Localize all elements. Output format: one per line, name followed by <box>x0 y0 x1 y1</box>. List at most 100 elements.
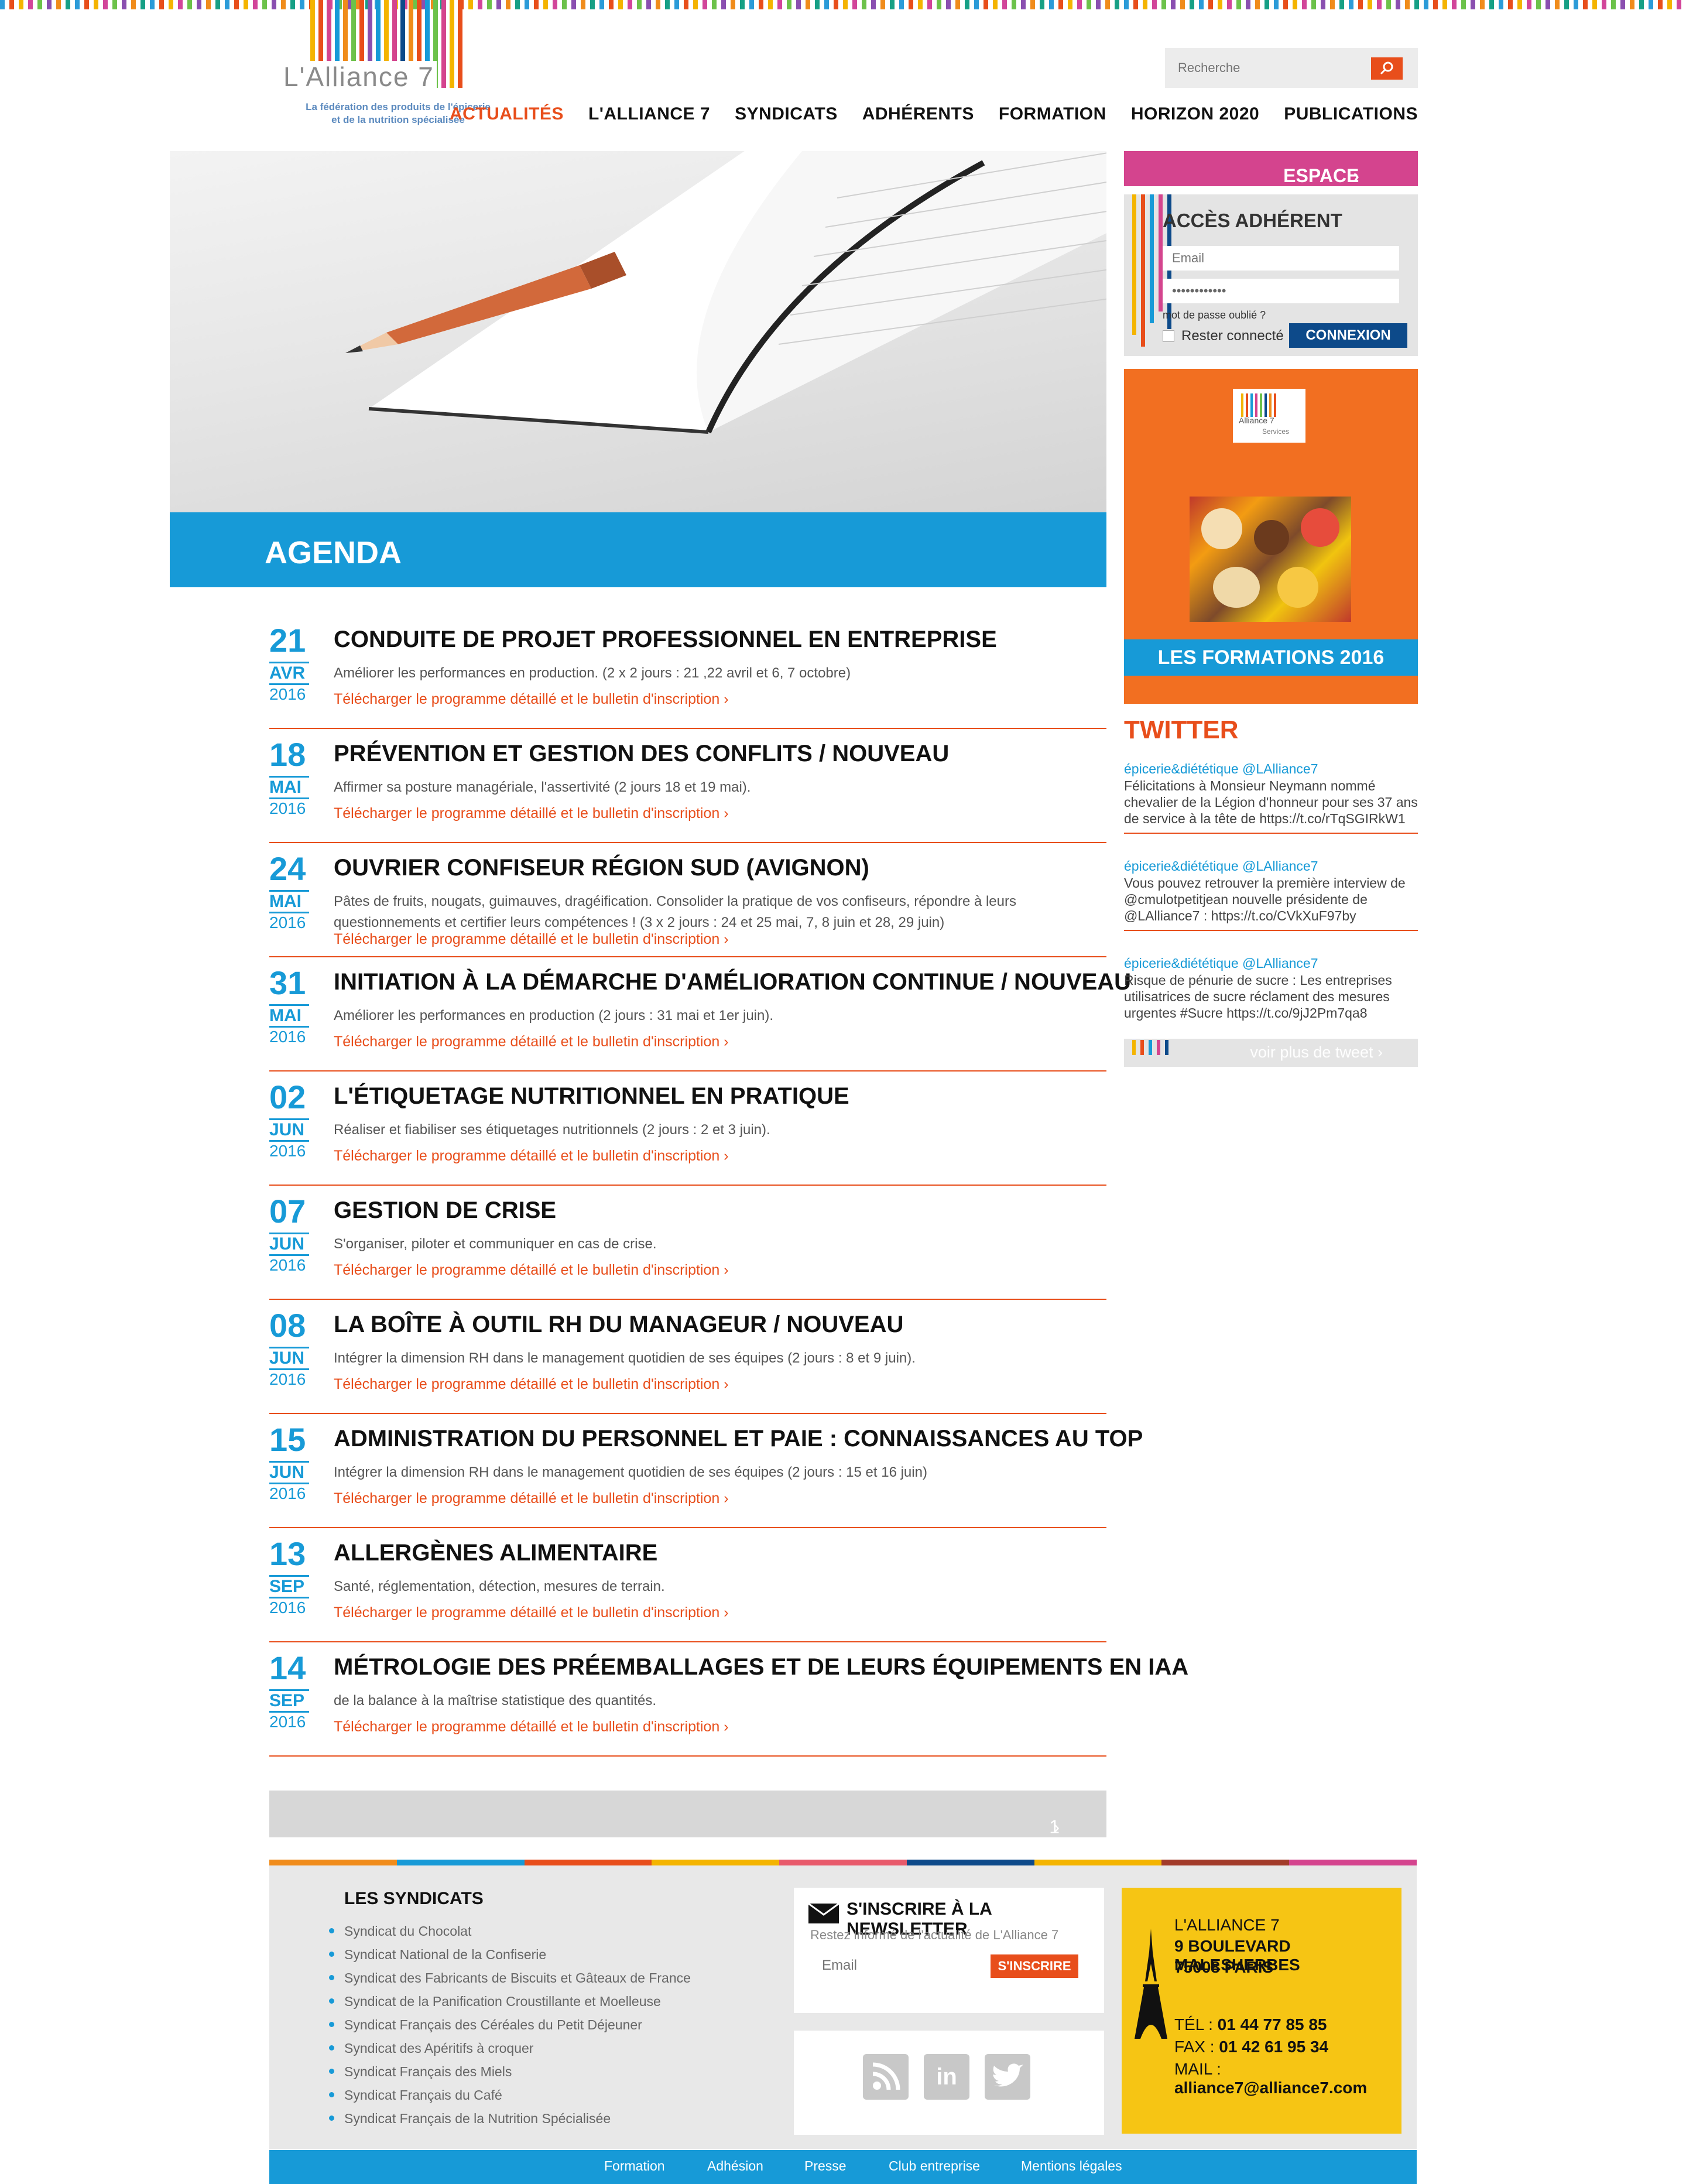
tweet-item[interactable]: épicerie&diététique @LAlliance7 Félicita… <box>1124 760 1418 834</box>
event-title[interactable]: INITIATION À LA DÉMARCHE D'AMÉLIORATION … <box>334 969 1131 995</box>
press-space-button[interactable]: ESPACE PRESSE › <box>1124 151 1418 208</box>
event-month: JUN <box>269 1347 309 1370</box>
twitter-title: TWITTER <box>1124 716 1239 744</box>
tel-value[interactable]: 01 44 77 85 85 <box>1218 2015 1327 2034</box>
footer-link-bar: Formation Adhésion Presse Club entrepris… <box>269 2150 1417 2184</box>
linkedin-icon[interactable]: in <box>924 2054 969 2100</box>
event-title[interactable]: L'ÉTIQUETAGE NUTRITIONNEL EN PRATIQUE <box>334 1083 849 1110</box>
formations-promo[interactable]: Alliance 7 Services LES FORMATIONS 2016 <box>1124 369 1418 704</box>
nav-publications[interactable]: PUBLICATIONS <box>1284 104 1418 124</box>
nav-adherents[interactable]: ADHÉRENTS <box>862 104 974 124</box>
tweet-item[interactable]: épicerie&diététique @LAlliance7 Vous pou… <box>1124 857 1418 931</box>
event-description: de la balance à la maîtrise statistique … <box>334 1693 656 1709</box>
newsletter-email-input[interactable] <box>810 1953 986 1978</box>
fax-label: FAX : <box>1174 2038 1215 2056</box>
tweet-item[interactable]: épicerie&diététique @LAlliance7 Risque d… <box>1124 954 1418 1027</box>
member-password-input[interactable] <box>1163 279 1399 303</box>
hero-title-band: AGENDA <box>170 512 1106 587</box>
pagination[interactable]: 1 / 2 › <box>269 1791 1106 1881</box>
footer-link-adhesion[interactable]: Adhésion <box>707 2158 763 2174</box>
event-title[interactable]: ALLERGÈNES ALIMENTAIRE <box>334 1540 657 1566</box>
syndicat-link[interactable]: Syndicat du Chocolat <box>328 1919 691 1943</box>
agenda-item: 21 AVR 2016 CONDUITE DE PROJET PROFESSIO… <box>269 615 1106 729</box>
event-download-link-label: Télécharger le programme détaillé et le … <box>334 1262 720 1278</box>
login-button[interactable]: CONNEXION <box>1289 323 1407 348</box>
twitter-icon[interactable] <box>985 2054 1030 2100</box>
event-download-link[interactable]: Télécharger le programme détaillé et le … <box>334 691 729 708</box>
event-download-link-label: Télécharger le programme détaillé et le … <box>334 691 720 707</box>
event-download-link[interactable]: Télécharger le programme détaillé et le … <box>334 1033 729 1050</box>
twitter-bird-glyph <box>993 2063 1023 2087</box>
syndicat-link[interactable]: Syndicat Français des Miels <box>328 2060 691 2083</box>
event-title[interactable]: CONDUITE DE PROJET PROFESSIONNEL EN ENTR… <box>334 627 997 653</box>
event-download-link[interactable]: Télécharger le programme détaillé et le … <box>334 805 729 822</box>
event-day: 07 <box>269 1193 306 1230</box>
rss-icon[interactable] <box>863 2054 909 2100</box>
more-tweets-button[interactable]: voir plus de tweet › <box>1124 1039 1418 1067</box>
tweet-text: Risque de pénurie de sucre : Les entrepr… <box>1124 973 1392 1021</box>
mail-value[interactable]: alliance7@alliance7.com <box>1174 2079 1367 2097</box>
syndicat-link[interactable]: Syndicat Français des Céréales du Petit … <box>328 2013 691 2036</box>
search-button[interactable] <box>1371 57 1403 80</box>
nav-formation[interactable]: FORMATION <box>999 104 1106 124</box>
footer-link-club-entreprise[interactable]: Club entreprise <box>889 2158 980 2174</box>
event-download-link[interactable]: Télécharger le programme détaillé et le … <box>334 1604 729 1621</box>
nav-actualites[interactable]: ACTUALITÉS <box>450 104 564 124</box>
nav-alliance7[interactable]: L'ALLIANCE 7 <box>588 104 710 124</box>
event-download-link[interactable]: Télécharger le programme détaillé et le … <box>334 1490 729 1507</box>
event-download-link[interactable]: Télécharger le programme détaillé et le … <box>334 1719 729 1735</box>
event-description: Améliorer les performances en production… <box>334 1008 774 1023</box>
nav-horizon2020[interactable]: HORIZON 2020 <box>1131 104 1259 124</box>
agenda-item: 02 JUN 2016 L'ÉTIQUETAGE NUTRITIONNEL EN… <box>269 1072 1106 1186</box>
notebook-pencil-image <box>345 151 1106 434</box>
syndicat-link[interactable]: Syndicat Français du Café <box>328 2083 691 2107</box>
event-title[interactable]: MÉTROLOGIE DES PRÉEMBALLAGES ET DE LEURS… <box>334 1654 1188 1680</box>
event-download-link[interactable]: Télécharger le programme détaillé et le … <box>334 1148 729 1165</box>
event-day: 13 <box>269 1535 306 1572</box>
event-day: 31 <box>269 964 306 1001</box>
syndicat-link[interactable]: Syndicat Français de la Nutrition Spécia… <box>328 2107 691 2130</box>
footer-color-stripe <box>269 1860 1417 1865</box>
syndicat-link[interactable]: Syndicat de la Panification Croustillant… <box>328 1990 691 2013</box>
footer-link-presse[interactable]: Presse <box>804 2158 847 2174</box>
event-download-link[interactable]: Télécharger le programme détaillé et le … <box>334 1376 729 1393</box>
event-title[interactable]: LA BOÎTE À OUTIL RH DU MANAGEUR / NOUVEA… <box>334 1312 903 1338</box>
event-month: MAI <box>269 1004 309 1028</box>
remember-me-checkbox[interactable] <box>1163 330 1174 342</box>
footer-link-mentions-legales[interactable]: Mentions légales <box>1021 2158 1122 2174</box>
event-title[interactable]: ADMINISTRATION DU PERSONNEL ET PAIE : CO… <box>334 1426 1143 1452</box>
event-day: 18 <box>269 736 306 773</box>
event-download-link[interactable]: Télécharger le programme détaillé et le … <box>334 931 729 948</box>
search-input[interactable] <box>1178 56 1365 80</box>
event-title[interactable]: OUVRIER CONFISEUR RÉGION SUD (AVIGNON) <box>334 855 869 881</box>
logo-name: L'Alliance 7 <box>281 61 437 93</box>
tweet-handle[interactable]: épicerie&diététique @LAlliance7 <box>1124 857 1418 875</box>
forgot-password-link[interactable]: mot de passe oublié ? <box>1163 309 1266 321</box>
syndicat-link[interactable]: Syndicat des Fabricants de Biscuits et G… <box>328 1966 691 1990</box>
syndicat-link[interactable]: Syndicat des Apéritifs à croquer <box>328 2036 691 2060</box>
event-year: 2016 <box>269 1256 306 1274</box>
event-year: 2016 <box>269 1370 306 1388</box>
newsletter-subscribe-button[interactable]: S'INSCRIRE <box>991 1954 1078 1978</box>
newsletter-subtitle: Restez informé de l'actualité de L'Allia… <box>810 1928 1059 1942</box>
nav-syndicats[interactable]: SYNDICATS <box>735 104 838 124</box>
more-tweets-label: voir plus de tweet › <box>1250 1043 1383 1062</box>
syndicat-link[interactable]: Syndicat National de la Confiserie <box>328 1943 691 1966</box>
event-description: Intégrer la dimension RH dans le managem… <box>334 1350 916 1366</box>
agenda-item: 15 JUN 2016 ADMINISTRATION DU PERSONNEL … <box>269 1414 1143 1528</box>
tweet-handle[interactable]: épicerie&diététique @LAlliance7 <box>1124 954 1418 972</box>
search-icon <box>1380 61 1393 75</box>
social-links: in <box>794 2031 1104 2135</box>
contact-mail: MAIL : alliance7@alliance7.com <box>1174 2060 1401 2097</box>
footer-link-formation[interactable]: Formation <box>604 2158 665 2174</box>
page-title: AGENDA <box>265 535 402 570</box>
member-email-input[interactable] <box>1163 246 1399 271</box>
event-download-link[interactable]: Télécharger le programme détaillé et le … <box>334 1262 729 1279</box>
chevron-right-icon: › <box>724 1719 729 1735</box>
chevron-right-icon: › <box>724 691 729 707</box>
tweet-handle[interactable]: épicerie&diététique @LAlliance7 <box>1124 760 1418 778</box>
remember-me: Rester connecté <box>1163 328 1284 344</box>
event-title[interactable]: GESTION DE CRISE <box>334 1197 556 1224</box>
event-title[interactable]: PRÉVENTION ET GESTION DES CONFLITS / NOU… <box>334 741 949 767</box>
hero-banner: AGENDA <box>170 151 1106 587</box>
